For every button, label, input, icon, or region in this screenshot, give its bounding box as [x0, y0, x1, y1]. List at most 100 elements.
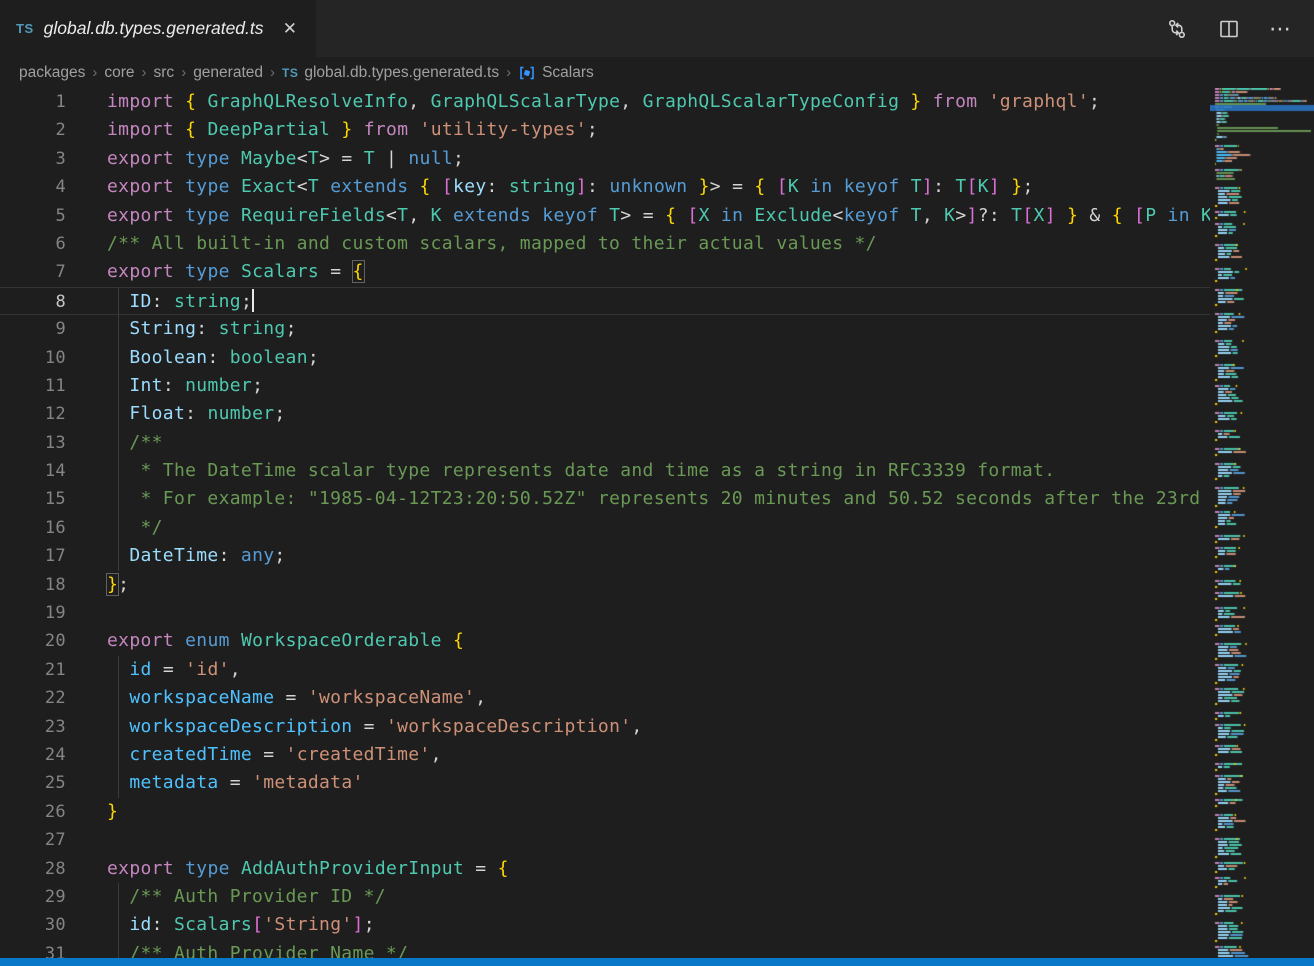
line-number: 27 [0, 826, 66, 854]
code-line[interactable]: 18}; [0, 571, 1210, 599]
editor-actions: ⋯ [1164, 0, 1314, 57]
code-line[interactable]: 15 * For example: "1985-04-12T23:20:50.5… [0, 485, 1210, 513]
line-number: 13 [0, 429, 66, 457]
line-content: export type RequireFields<T, K extends k… [66, 205, 1210, 226]
line-content: export type Maybe<T> = T | null; [66, 148, 464, 169]
breadcrumb-item-packages[interactable]: packages [19, 64, 85, 82]
line-content: }; [66, 574, 129, 595]
line-content: Boolean: boolean; [66, 347, 319, 368]
tab-bar: TS global.db.types.generated.ts ✕ [0, 0, 1314, 57]
line-content [66, 602, 107, 623]
code-line[interactable]: 20export enum WorkspaceOrderable { [0, 627, 1210, 655]
split-editor-button[interactable] [1216, 16, 1242, 42]
line-content: ID: string; [66, 291, 254, 312]
minimap[interactable] [1210, 88, 1314, 958]
line-content: Int: number; [66, 375, 263, 396]
code-line[interactable]: 21 id = 'id', [0, 656, 1210, 684]
line-number: 23 [0, 713, 66, 741]
code-line[interactable]: 19 [0, 599, 1210, 627]
line-number: 26 [0, 798, 66, 826]
breadcrumb-label: packages [19, 64, 85, 82]
line-content: export enum WorkspaceOrderable { [66, 630, 464, 651]
editor-tab[interactable]: TS global.db.types.generated.ts ✕ [0, 0, 316, 57]
code-line[interactable]: 4export type Exact<T extends { [key: str… [0, 173, 1210, 201]
breadcrumb-label: Scalars [542, 64, 594, 82]
code-line[interactable]: 16 */ [0, 514, 1210, 542]
code-line[interactable]: 31 /** Auth Provider Name */ [0, 940, 1210, 958]
breadcrumb-label: src [154, 64, 175, 82]
breadcrumb-item-src[interactable]: src [154, 64, 175, 82]
chevron-right-icon: › [142, 64, 147, 81]
code-line[interactable]: 10 Boolean: boolean; [0, 344, 1210, 372]
vscode-window: TS global.db.types.generated.ts ✕ [0, 0, 1314, 966]
chevron-right-icon: › [181, 64, 186, 81]
indent-guide [118, 883, 119, 958]
line-number: 2 [0, 116, 66, 144]
symbol-object-icon [518, 64, 536, 82]
code-line[interactable]: 1import { GraphQLResolveInfo, GraphQLSca… [0, 88, 1210, 116]
line-content: String: string; [66, 318, 297, 339]
line-number: 8 [0, 288, 66, 316]
code-line[interactable]: 8 ID: string; [0, 287, 1210, 315]
more-actions-button[interactable]: ⋯ [1268, 16, 1294, 42]
breadcrumb-label: global.db.types.generated.ts [304, 64, 499, 82]
line-content [66, 829, 107, 850]
indent-guide [118, 287, 119, 571]
breadcrumb-item-generated[interactable]: generated [193, 64, 263, 82]
breadcrumb-item-Scalars[interactable]: Scalars [518, 64, 594, 82]
code-line[interactable]: 7export type Scalars = { [0, 258, 1210, 286]
breadcrumb-item-global.db.types.generated.ts[interactable]: TS global.db.types.generated.ts [282, 64, 499, 82]
code-line[interactable]: 14 * The DateTime scalar type represents… [0, 457, 1210, 485]
code-line[interactable]: 23 workspaceDescription = 'workspaceDesc… [0, 713, 1210, 741]
editor: 1import { GraphQLResolveInfo, GraphQLSca… [0, 88, 1314, 958]
line-number: 21 [0, 656, 66, 684]
line-number: 29 [0, 883, 66, 911]
open-changes-button[interactable] [1164, 16, 1190, 42]
ts-file-icon: TS [282, 66, 298, 80]
code-lines[interactable]: 1import { GraphQLResolveInfo, GraphQLSca… [0, 88, 1210, 958]
code-line[interactable]: 12 Float: number; [0, 400, 1210, 428]
line-number: 3 [0, 145, 66, 173]
code-line[interactable]: 6/** All built-in and custom scalars, ma… [0, 230, 1210, 258]
line-number: 18 [0, 571, 66, 599]
code-line[interactable]: 9 String: string; [0, 315, 1210, 343]
code-line[interactable]: 26} [0, 798, 1210, 826]
line-number: 6 [0, 230, 66, 258]
line-number: 1 [0, 88, 66, 116]
line-number: 28 [0, 855, 66, 883]
indent-guide [118, 656, 119, 798]
line-content: metadata = 'metadata' [66, 772, 364, 793]
line-content: workspaceName = 'workspaceName', [66, 687, 486, 708]
line-number: 24 [0, 741, 66, 769]
line-content: import { DeepPartial } from 'utility-typ… [66, 119, 598, 140]
code-line[interactable]: 24 createdTime = 'createdTime', [0, 741, 1210, 769]
line-content: */ [66, 517, 163, 538]
line-number: 16 [0, 514, 66, 542]
breadcrumb-item-core[interactable]: core [104, 64, 134, 82]
line-number: 14 [0, 457, 66, 485]
code-line[interactable]: 13 /** [0, 429, 1210, 457]
code-line[interactable]: 25 metadata = 'metadata' [0, 769, 1210, 797]
code-line[interactable]: 17 DateTime: any; [0, 542, 1210, 570]
code-line[interactable]: 27 [0, 826, 1210, 854]
code-line[interactable]: 2import { DeepPartial } from 'utility-ty… [0, 116, 1210, 144]
line-number: 9 [0, 315, 66, 343]
line-number: 11 [0, 372, 66, 400]
line-number: 12 [0, 400, 66, 428]
code-line[interactable]: 22 workspaceName = 'workspaceName', [0, 684, 1210, 712]
code-line[interactable]: 3export type Maybe<T> = T | null; [0, 145, 1210, 173]
line-content: /** [66, 432, 163, 453]
line-content: id = 'id', [66, 659, 241, 680]
code-line[interactable]: 30 id: Scalars['String']; [0, 911, 1210, 939]
line-number: 17 [0, 542, 66, 570]
code-line[interactable]: 11 Int: number; [0, 372, 1210, 400]
code-line[interactable]: 28export type AddAuthProviderInput = { [0, 855, 1210, 883]
breadcrumb-label: core [104, 64, 134, 82]
line-content: workspaceDescription = 'workspaceDescrip… [66, 716, 643, 737]
code-line[interactable]: 29 /** Auth Provider ID */ [0, 883, 1210, 911]
line-number: 19 [0, 599, 66, 627]
line-content: Float: number; [66, 403, 286, 424]
line-content: * For example: "1985-04-12T23:20:50.52Z"… [66, 488, 1210, 509]
code-line[interactable]: 5export type RequireFields<T, K extends … [0, 202, 1210, 230]
close-icon[interactable]: ✕ [280, 18, 300, 39]
